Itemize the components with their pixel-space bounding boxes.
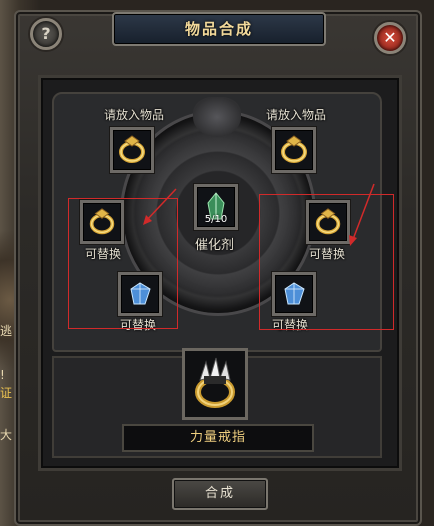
power-ring-icon	[195, 357, 235, 408]
question-icon: ?	[41, 24, 51, 43]
compose-button[interactable]: 合成	[172, 478, 268, 510]
catalyst-count: 5/10	[204, 214, 228, 225]
right-arrow-icon	[349, 183, 375, 246]
gold-ring-icon	[281, 135, 307, 163]
gold-ring-icon	[119, 135, 145, 163]
left-input-label: 请放入物品	[104, 108, 165, 122]
edge-text-1: 逃	[0, 324, 13, 338]
dragon-head-ornament	[193, 97, 241, 137]
edge-text-3: 证	[0, 386, 13, 400]
left-arrow-icon	[143, 188, 177, 225]
title-bar: 物品合成	[112, 12, 326, 46]
right-input-slot[interactable]	[272, 127, 316, 173]
catalyst-slot[interactable]: 5/10	[194, 184, 238, 230]
left-input-slot[interactable]	[110, 127, 154, 173]
close-button[interactable]: ✕	[374, 22, 406, 54]
result-slot[interactable]	[182, 348, 248, 420]
right-input-label: 请放入物品	[266, 108, 327, 122]
edge-text-2: !	[0, 368, 5, 382]
close-icon: ✕	[383, 28, 397, 47]
help-button[interactable]: ?	[30, 18, 62, 50]
edge-text-4: 大	[0, 428, 13, 442]
window-title: 物品合成	[184, 20, 253, 38]
result-name-bar: 力量戒指	[122, 424, 314, 452]
result-name: 力量戒指	[189, 430, 246, 445]
catalyst-label: 催化剂	[195, 238, 235, 253]
